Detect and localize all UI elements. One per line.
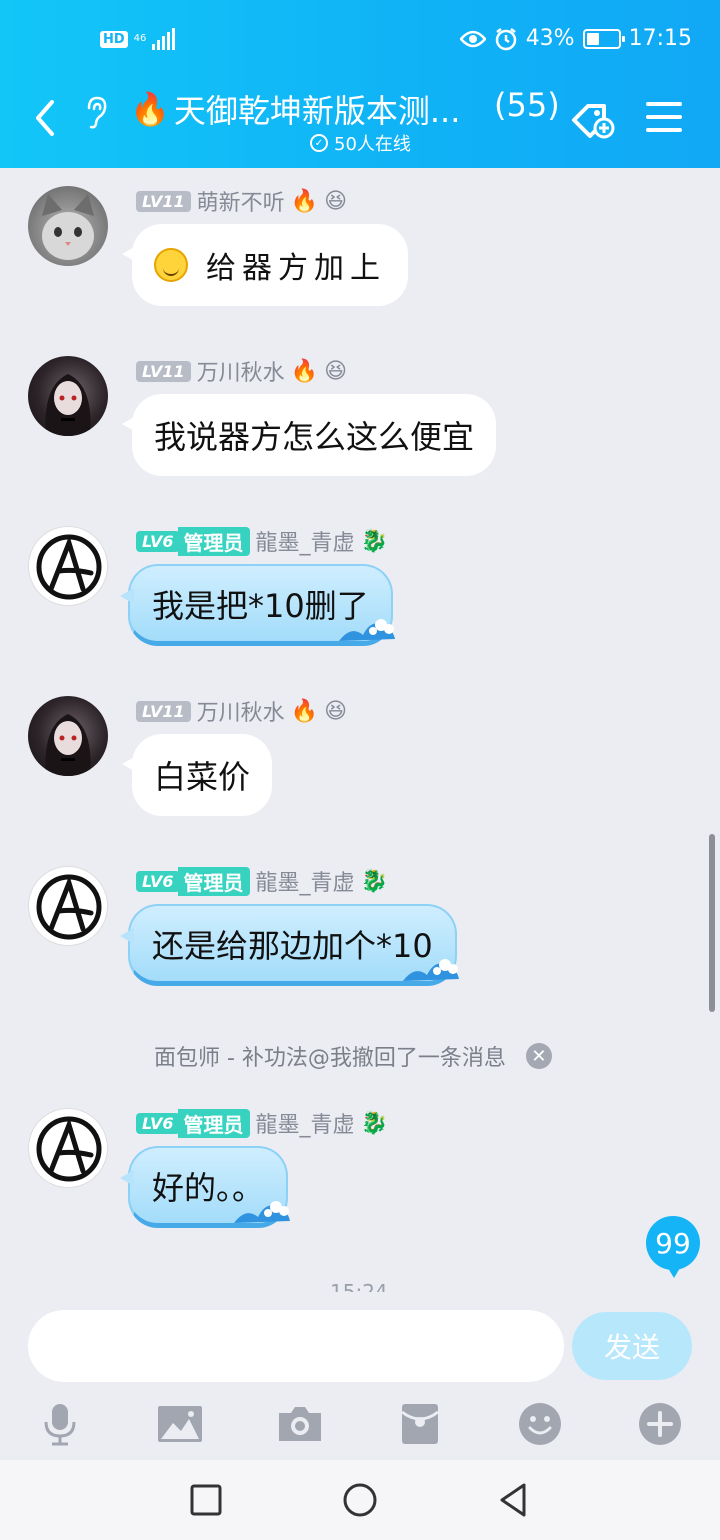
message-meta: LV11 万川秋水 🔥 😆 — [136, 696, 347, 726]
avatar[interactable] — [28, 696, 108, 776]
sender-name[interactable]: 龍墨_青虚 — [256, 1107, 355, 1139]
dragon-badge-icon: 🐉 — [360, 868, 388, 894]
message-bubble[interactable]: 还是给那边加个*10 — [120, 904, 459, 986]
chat-header: HD 46 43% 17:15 🔥 天御乾坤新版本测... (55) ✓ 50人… — [0, 0, 720, 168]
message-meta: LV6 管理员 龍墨_青虚 🐉 — [136, 526, 388, 556]
battery-percent: 43% — [525, 26, 575, 51]
smiley-icon — [154, 248, 188, 282]
flower-badge-icon: 😆 — [324, 188, 347, 214]
back-arrow-icon[interactable] — [28, 96, 62, 140]
recall-notice: 面包师 - 补功法@我撤回了一条消息 ✕ — [154, 1040, 552, 1072]
sender-name[interactable]: 萌新不听 — [197, 185, 285, 217]
online-status: ✓ 50人在线 — [310, 130, 411, 156]
message-bubble[interactable]: 给器方加上 — [122, 224, 408, 306]
microphone-icon[interactable] — [36, 1400, 84, 1448]
message-text: 给器方加上 — [206, 251, 386, 286]
message-text: 白菜价 — [154, 758, 251, 796]
wave-decoration-icon — [234, 1201, 291, 1223]
plus-icon[interactable] — [636, 1400, 684, 1448]
message-input[interactable] — [28, 1310, 564, 1382]
network-type: 46 — [133, 33, 147, 44]
level-badge: LV6 — [136, 530, 180, 552]
status-bar: HD 46 43% 17:15 — [0, 0, 720, 80]
message-bubble[interactable]: 我是把*10删了 — [120, 564, 395, 646]
recall-text: 面包师 - 补功法@我撤回了一条消息 — [154, 1046, 506, 1071]
fire-badge-icon: 🔥 — [290, 698, 319, 724]
group-title[interactable]: 🔥 天御乾坤新版本测... — [130, 86, 460, 132]
message-bubble[interactable]: 白菜价 — [121, 734, 273, 816]
composer-toolbar — [0, 1392, 720, 1452]
battery-icon — [582, 28, 625, 49]
emoji-icon[interactable] — [516, 1400, 564, 1448]
signal-icon — [152, 28, 176, 50]
dragon-badge-icon: 🐉 — [360, 1110, 388, 1136]
level-badge: LV6 — [136, 1112, 180, 1134]
level-badge: LV11 — [136, 190, 191, 212]
level-badge: LV6 — [136, 870, 180, 892]
message-meta: LV11 万川秋水 🔥 😆 — [136, 356, 347, 386]
battery-fill — [586, 32, 600, 45]
eye-icon — [459, 30, 486, 47]
message-bubble[interactable]: 我说器方怎么这么便宜 — [121, 394, 497, 476]
clock: 17:15 — [628, 26, 692, 51]
message-list[interactable]: LV11 萌新不听 🔥 😆 给器方加上 LV11 万川秋水 🔥 😆 我说器方怎么… — [0, 168, 720, 1292]
admin-badge: 管理员 — [177, 1108, 250, 1138]
online-count: 50人在线 — [334, 134, 411, 155]
avatar[interactable] — [28, 866, 108, 946]
status-right: 43% 17:15 — [459, 26, 692, 51]
back-icon[interactable] — [494, 1480, 534, 1520]
message-meta: LV6 管理员 龍墨_青虚 🐉 — [136, 1108, 388, 1138]
admin-badge: 管理员 — [177, 526, 250, 556]
group-name: 天御乾坤新版本测... — [173, 92, 461, 130]
system-nav-bar — [0, 1460, 720, 1540]
alarm-icon — [495, 27, 516, 50]
online-check-icon: ✓ — [310, 134, 328, 152]
message-text: 还是给那边加个*10 — [152, 926, 433, 965]
menu-icon[interactable] — [646, 102, 682, 132]
close-icon[interactable]: ✕ — [525, 1043, 552, 1069]
wave-decoration-icon — [402, 959, 459, 981]
message-bubble[interactable]: 好的。。 — [119, 1146, 291, 1228]
avatar[interactable] — [28, 186, 108, 266]
status-left: HD 46 — [100, 28, 176, 50]
time-divider: 15:24 — [330, 1280, 388, 1292]
message-text: 我说器方怎么这么便宜 — [154, 418, 475, 456]
sender-name[interactable]: 万川秋水 — [197, 695, 285, 727]
image-icon[interactable] — [156, 1400, 204, 1448]
message-meta: LV11 萌新不听 🔥 😆 — [136, 186, 347, 216]
dragon-badge-icon: 🐉 — [360, 528, 388, 554]
avatar[interactable] — [28, 1108, 108, 1188]
fire-badge-icon: 🔥 — [290, 358, 319, 384]
composer: 发送 — [0, 1292, 720, 1460]
tag-icon[interactable] — [570, 98, 618, 142]
fire-icon: 🔥 — [130, 90, 170, 128]
hd-indicator: HD — [100, 30, 128, 48]
avatar[interactable] — [28, 526, 108, 606]
camera-icon[interactable] — [276, 1400, 324, 1448]
scrollbar[interactable] — [709, 834, 715, 1012]
nav-bar: 🔥 天御乾坤新版本测... (55) ✓ 50人在线 — [0, 80, 720, 168]
flower-badge-icon: 😆 — [324, 698, 347, 724]
recents-icon[interactable] — [186, 1480, 226, 1520]
message-meta: LV6 管理员 龍墨_青虚 🐉 — [136, 866, 388, 896]
home-icon[interactable] — [340, 1480, 380, 1520]
avatar[interactable] — [28, 356, 108, 436]
level-badge: LV11 — [136, 700, 191, 722]
admin-badge: 管理员 — [177, 866, 250, 896]
member-count: (55) — [494, 86, 560, 124]
red-packet-icon[interactable] — [396, 1400, 444, 1448]
wave-decoration-icon — [338, 619, 395, 641]
level-badge: LV11 — [136, 360, 191, 382]
fire-badge-icon: 🔥 — [290, 188, 319, 214]
sender-name[interactable]: 龍墨_青虚 — [256, 865, 355, 897]
unread-count-badge[interactable]: 99 — [646, 1216, 700, 1278]
sender-name[interactable]: 龍墨_青虚 — [256, 525, 355, 557]
send-button[interactable]: 发送 — [572, 1312, 692, 1380]
sender-name[interactable]: 万川秋水 — [197, 355, 285, 387]
flower-badge-icon: 😆 — [324, 358, 347, 384]
ear-icon[interactable] — [82, 94, 110, 130]
